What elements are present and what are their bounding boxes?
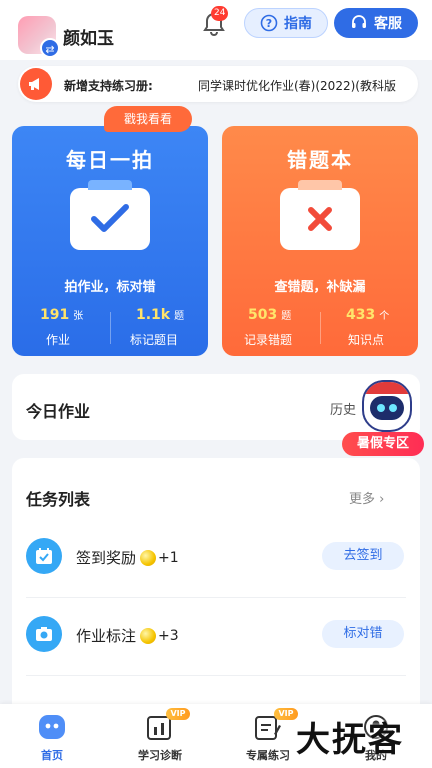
tab-diagnosis[interactable]: VIP 学习诊断 <box>110 704 210 768</box>
cross-icon <box>280 180 360 250</box>
guide-button[interactable]: ? 指南 <box>244 8 328 38</box>
divider <box>26 675 406 676</box>
daily-stat-homework: 191 张 <box>40 307 83 323</box>
mark-answers-button[interactable]: 标对错 <box>322 620 404 648</box>
task-name: 作业标注 +3 <box>76 625 179 646</box>
tap-me-bubble[interactable]: 戳我看看 <box>104 106 192 132</box>
question-icon: ? <box>260 14 278 32</box>
chevron-right-icon: › <box>379 492 385 507</box>
robot-mascot-icon <box>362 380 412 432</box>
task-name-text: 签到奖励 <box>76 549 137 567</box>
notice-text: 同学课时优化作业(春)(2022)(教科版 <box>198 79 396 93</box>
task-name-text: 作业标注 <box>76 627 137 645</box>
service-label: 客服 <box>374 16 402 32</box>
more-link[interactable]: 更多 › <box>349 488 384 507</box>
mistake-book-card[interactable]: 错题本 查错题，补缺漏 503 题 记录错题 433 个 知识点 <box>222 126 418 356</box>
daily-stat-homework-value: 191 <box>40 307 70 323</box>
vip-badge: VIP <box>166 708 190 720</box>
mistake-card-title: 错题本 <box>287 148 353 172</box>
switch-account-icon[interactable]: ⇄ <box>40 38 60 58</box>
mistake-stat-recorded-label: 记录错题 <box>244 333 293 347</box>
notification-badge: 24 <box>211 6 229 21</box>
summer-zone-label: 暑假专区 <box>342 432 424 456</box>
daily-stat-questions-unit: 题 <box>174 311 185 322</box>
task-item-annotate: 作业标注 +3 标对错 <box>12 596 420 676</box>
vip-badge: VIP <box>274 708 298 720</box>
calendar-icon <box>26 538 62 574</box>
checkmark-icon <box>70 180 150 250</box>
headset-icon <box>352 15 366 28</box>
megaphone-icon <box>20 68 52 100</box>
home-icon <box>39 715 65 739</box>
daily-stat-questions-value: 1.1k <box>136 307 171 323</box>
mistake-stat-knowledge-value: 433 <box>346 307 376 323</box>
mistake-stat-recorded-value: 503 <box>248 307 278 323</box>
username: 颜如玉 <box>63 29 114 49</box>
task-name: 签到奖励 +1 <box>76 547 179 568</box>
summer-zone-widget[interactable]: 暑假专区 <box>342 380 424 460</box>
tab-label: 首页 <box>41 749 63 762</box>
coin-icon <box>140 549 157 566</box>
camera-icon <box>26 616 62 652</box>
daily-snapshot-card[interactable]: 每日一拍 拍作业，标对错 191 张 作业 1.1k 题 标记题目 <box>12 126 208 356</box>
avatar[interactable]: ⇄ <box>18 16 60 58</box>
top-bar: ⇄ 颜如玉 24 ? 指南 客服 <box>0 0 432 60</box>
task-item-checkin: 签到奖励 +1 去签到 <box>12 518 420 598</box>
task-list-title: 任务列表 <box>26 490 91 509</box>
notice-bar[interactable]: 新增支持练习册: 同学课时优化作业(春)(2022)(教科版 <box>18 66 418 102</box>
today-homework-title: 今日作业 <box>26 402 91 421</box>
tab-label: 学习诊断 <box>138 749 182 762</box>
divider <box>110 312 111 344</box>
mistake-stat-knowledge: 433 个 <box>346 307 389 323</box>
task-reward: +3 <box>158 627 179 644</box>
svg-text:?: ? <box>266 17 272 30</box>
daily-stat-homework-unit: 张 <box>73 311 84 322</box>
mistake-stat-knowledge-label: 知识点 <box>348 333 385 347</box>
daily-stat-questions: 1.1k 题 <box>136 307 184 323</box>
divider <box>320 312 321 344</box>
guide-label: 指南 <box>284 16 312 32</box>
mistake-stat-knowledge-unit: 个 <box>379 311 390 322</box>
daily-stat-questions-label: 标记题目 <box>130 333 179 347</box>
service-button[interactable]: 客服 <box>334 8 418 38</box>
daily-stat-homework-label: 作业 <box>46 333 71 347</box>
mistake-card-subtitle: 查错题，补缺漏 <box>274 280 366 295</box>
tab-home[interactable]: 首页 <box>2 704 102 768</box>
daily-card-subtitle: 拍作业，标对错 <box>64 280 156 295</box>
mistake-stat-recorded-unit: 题 <box>281 311 292 322</box>
checkin-button[interactable]: 去签到 <box>322 542 404 570</box>
watermark-text: 大抚客 <box>296 720 404 760</box>
mistake-stat-recorded: 503 题 <box>248 307 291 323</box>
daily-card-title: 每日一拍 <box>66 148 154 172</box>
more-label: 更多 <box>349 492 376 507</box>
notice-label: 新增支持练习册: <box>64 79 153 93</box>
coin-icon <box>140 627 157 644</box>
task-reward: +1 <box>158 549 179 566</box>
